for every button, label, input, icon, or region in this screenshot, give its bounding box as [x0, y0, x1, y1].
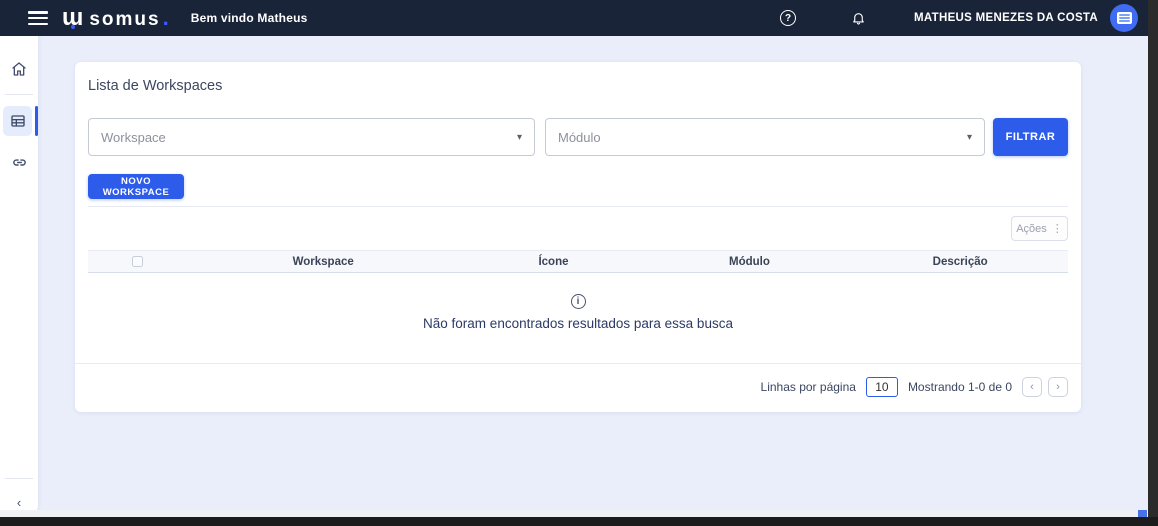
sidebar: ‹ — [0, 36, 38, 515]
horizontal-scrollbar[interactable] — [0, 510, 1148, 517]
sidebar-item-workspaces[interactable] — [0, 105, 38, 137]
table-bottom-border — [75, 363, 1081, 364]
avatar-image — [1116, 12, 1132, 24]
somus-logo: ɯ somus . — [62, 5, 169, 31]
workspace-select[interactable]: Workspace ▾ — [88, 118, 535, 156]
rows-per-page-label: Linhas por página — [760, 380, 856, 394]
next-page-button[interactable]: › — [1048, 377, 1068, 397]
chevron-left-icon: ‹ — [1030, 381, 1034, 393]
sidebar-item-links[interactable] — [0, 147, 38, 177]
showing-range-label: Mostrando 1-0 de 0 — [907, 380, 1012, 394]
modulo-select-placeholder: Módulo — [558, 129, 601, 145]
logo-dot: . — [162, 5, 169, 30]
help-icon[interactable]: ? — [780, 10, 797, 26]
select-all-checkbox[interactable] — [131, 256, 143, 267]
info-icon: i — [570, 294, 586, 309]
pagination: Linhas por página Mostrando 1-0 de 0 ‹ › — [761, 376, 1068, 398]
acoes-button[interactable]: Ações ⋮ — [1011, 216, 1068, 241]
notifications-bell-icon[interactable] — [851, 10, 866, 26]
previous-page-button[interactable]: ‹ — [1022, 377, 1042, 397]
filtrar-button[interactable]: FILTRAR — [993, 118, 1068, 156]
link-icon — [12, 158, 26, 166]
user-avatar[interactable] — [1110, 4, 1138, 32]
chevron-down-icon: ▾ — [516, 131, 522, 143]
kebab-menu-icon: ⋮ — [1051, 223, 1063, 235]
logo-text: somus — [89, 9, 161, 30]
chevron-down-icon: ▾ — [966, 131, 972, 143]
column-header-icone: Ícone — [538, 255, 569, 268]
chevron-right-icon: › — [1056, 381, 1060, 393]
window-edge-right — [1148, 0, 1158, 526]
logo-mark-icon: ɯ — [62, 4, 84, 31]
sidebar-item-home[interactable] — [0, 54, 38, 84]
welcome-message: Bem vindo Matheus — [190, 11, 308, 25]
scrollbar-corner — [1138, 510, 1147, 517]
home-icon — [12, 62, 26, 76]
content-divider — [88, 206, 1068, 207]
hamburger-menu-icon[interactable] — [28, 11, 48, 25]
workspaces-card: Lista de Workspaces Workspace ▾ Módulo ▾… — [75, 62, 1081, 412]
workspace-select-placeholder: Workspace — [101, 129, 166, 145]
column-header-descricao: Descrição — [932, 255, 988, 268]
sidebar-divider — [5, 94, 33, 95]
column-header-workspace: Workspace — [292, 255, 354, 268]
empty-message: Não foram encontrados resultados para es… — [423, 316, 733, 331]
topbar: ɯ somus . Bem vindo Matheus ? MATHEUS ME… — [0, 0, 1158, 36]
workspaces-table-icon — [10, 115, 25, 127]
window-edge-bottom — [0, 517, 1158, 526]
column-header-modulo: Módulo — [729, 255, 770, 268]
active-indicator — [34, 106, 38, 136]
acoes-label: Ações — [1016, 222, 1047, 235]
rows-per-page-input[interactable] — [865, 377, 898, 397]
empty-state: i Não foram encontrados resultados para … — [88, 294, 1068, 331]
user-name: MATHEUS MENEZES DA COSTA — [914, 12, 1098, 24]
modulo-select[interactable]: Módulo ▾ — [545, 118, 985, 156]
page-title: Lista de Workspaces — [88, 78, 223, 94]
sidebar-divider — [5, 478, 33, 479]
table-header-row: Workspace Ícone Módulo Descrição — [88, 250, 1068, 273]
novo-workspace-button[interactable]: NOVO WORKSPACE — [88, 174, 184, 199]
